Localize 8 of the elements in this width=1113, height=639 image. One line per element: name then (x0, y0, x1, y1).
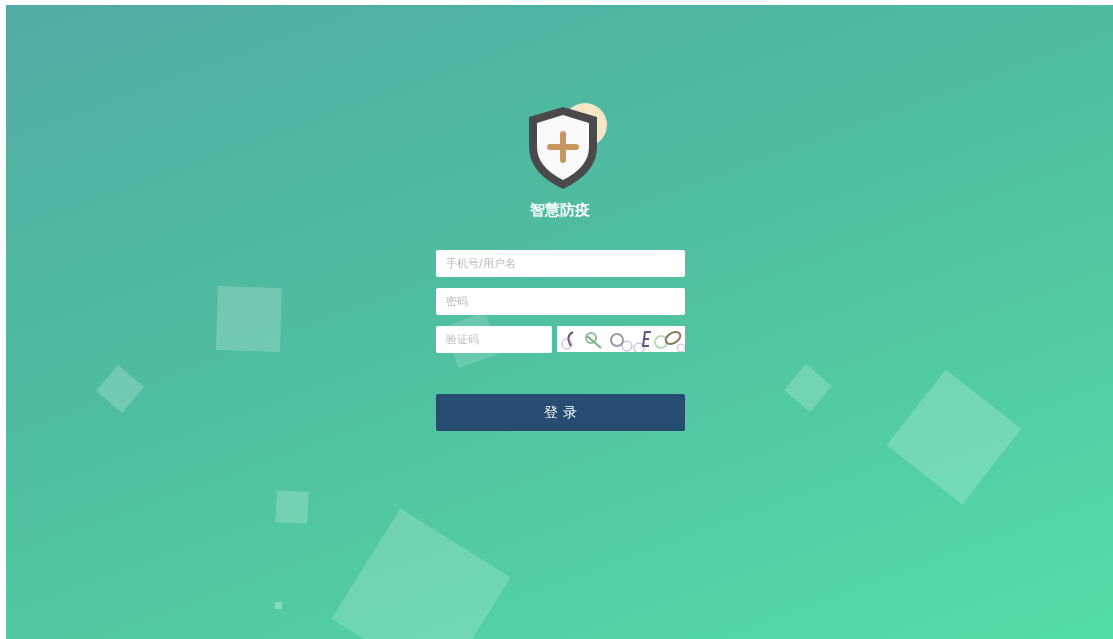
decor-square (275, 490, 309, 524)
app-title: 智慧防疫 (529, 201, 590, 220)
decor-square (275, 602, 282, 609)
login-button[interactable]: 登 录 (436, 394, 685, 431)
captcha-field[interactable]: 验证码 (436, 326, 552, 353)
username-field[interactable]: 手机号/用户名 (436, 250, 685, 277)
password-field[interactable]: 密码 (436, 288, 685, 315)
decor-square (215, 285, 283, 353)
